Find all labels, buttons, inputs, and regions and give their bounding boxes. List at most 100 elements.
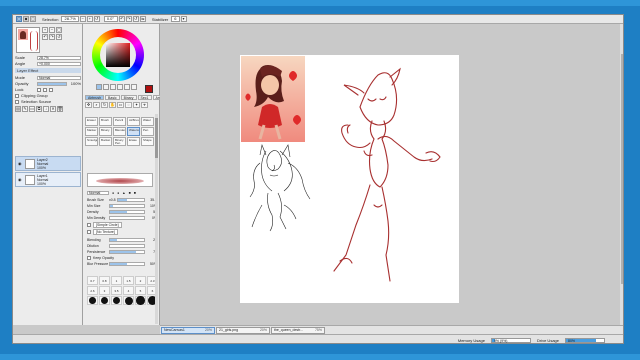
new-linework-layer-icon[interactable]: ✎ — [22, 105, 28, 112]
nav-zoom-out-icon[interactable]: − — [49, 27, 55, 33]
brush-cell[interactable]: AirBrush — [127, 117, 140, 126]
layer-item[interactable]: ◉ Layer1 Normal 100% — [15, 172, 81, 187]
canvas-scrollbar-thumb[interactable] — [621, 54, 623, 284]
clipping-checkbox[interactable] — [15, 93, 19, 98]
brush-size-preset[interactable]: 4 — [123, 286, 134, 295]
eye-icon[interactable]: ◉ — [18, 177, 23, 182]
brush-cell[interactable]: Water — [141, 117, 154, 126]
lock-move-checkbox[interactable] — [43, 87, 47, 92]
lasso-icon[interactable]: ◌ — [125, 102, 132, 108]
brush-size-preset[interactable]: 0.7 — [87, 276, 98, 285]
selection-source-checkbox[interactable] — [15, 99, 19, 104]
brush-cell[interactable]: Blender — [113, 127, 126, 136]
canvas-scrollbar[interactable] — [620, 24, 623, 325]
deselect-icon[interactable]: ▣ — [23, 16, 29, 22]
canvas-area[interactable] — [160, 24, 623, 325]
swatches-tab-icon[interactable] — [124, 84, 130, 90]
brush-size-preset[interactable] — [123, 296, 134, 305]
angle-value[interactable]: +0.000 — [37, 61, 81, 66]
blur-slider[interactable] — [109, 261, 145, 266]
copy-layer-icon[interactable]: ⧉ — [36, 105, 42, 112]
hand-icon[interactable]: ✋ — [109, 102, 116, 108]
shape-select[interactable]: [Simple Circle] — [93, 221, 122, 228]
dilution-slider[interactable] — [109, 243, 145, 248]
clear-layer-icon[interactable]: ✕ — [50, 105, 56, 112]
tools-scrollbar-thumb[interactable] — [155, 118, 158, 158]
lock-opacity-checkbox[interactable] — [37, 87, 41, 92]
brush-cell[interactable]: Watercolor — [127, 127, 140, 136]
move-icon[interactable]: ✥ — [85, 102, 92, 108]
brush-cell[interactable]: Binary — [99, 127, 112, 136]
tool-tab[interactable]: Binary — [120, 95, 137, 100]
brush-size-preset[interactable] — [87, 296, 98, 305]
rotate-left-icon[interactable]: ↶ — [118, 16, 125, 22]
brush-cell[interactable]: Binary Pen — [113, 137, 126, 146]
brush-size-preset[interactable]: 5 — [135, 286, 146, 295]
scratchpad-tab-icon[interactable] — [131, 84, 137, 90]
brush-size-preset[interactable]: 0.8 — [99, 276, 110, 285]
brush-size-slider[interactable] — [117, 197, 145, 202]
zoom-in-icon[interactable]: + — [86, 16, 93, 22]
nav-rotate-left-icon[interactable]: ↶ — [42, 34, 48, 40]
texture-select[interactable]: [No Texture] — [93, 228, 118, 235]
file-tab[interactable]: NewCanvas1 20% — [161, 326, 215, 334]
brush-cell[interactable]: Smudge — [85, 137, 98, 146]
brush-cell[interactable]: Eraser — [85, 117, 98, 126]
lock-paint-checkbox[interactable] — [49, 87, 53, 92]
delete-layer-icon[interactable]: 🗑 — [57, 105, 63, 112]
nav-rotate-right-icon[interactable]: ↷ — [49, 34, 55, 40]
select-all-icon[interactable]: ▢ — [16, 16, 22, 22]
brush-cell[interactable]: Shape — [141, 137, 154, 146]
brush-size-mult[interactable]: x0.8 — [109, 198, 117, 202]
merge-down-icon[interactable]: ↓ — [43, 105, 49, 112]
zoom-field[interactable]: 28.7% — [61, 16, 79, 22]
brush-tip-shapes[interactable]: ● ● ▲ ■ ■ — [112, 191, 137, 195]
tool-tab[interactable]: Sec1 — [137, 95, 152, 100]
brush-size-preset[interactable]: 3.5 — [111, 286, 122, 295]
layer-item[interactable]: ◉ Layer2 Normal 100% — [15, 156, 81, 171]
color-wheel-tab-icon[interactable] — [96, 84, 102, 90]
brush-size-preset[interactable] — [135, 296, 146, 305]
angle-field[interactable]: 0.0° — [103, 16, 118, 22]
mixer-tab-icon[interactable] — [117, 84, 123, 90]
brush-size-preset[interactable]: 2 — [135, 276, 146, 285]
zoom-out-icon[interactable]: − — [79, 16, 86, 22]
rotate-icon[interactable]: ↻ — [101, 102, 108, 108]
magic-wand-icon[interactable]: ✦ — [133, 102, 140, 108]
brush-size-preset[interactable]: 2.6 — [87, 286, 98, 295]
rotate-right-icon[interactable]: ↷ — [125, 16, 132, 22]
brush-size-preset[interactable] — [111, 296, 122, 305]
brush-cell[interactable]: Brush — [99, 117, 112, 126]
brush-cell[interactable]: Pencil — [113, 117, 126, 126]
invert-selection-icon[interactable]: ◫ — [30, 16, 36, 22]
flip-icon[interactable]: ⇋ — [139, 16, 146, 22]
brush-mode-select[interactable]: Normal — [87, 190, 109, 195]
mode-select[interactable]: Normal — [37, 75, 81, 80]
eye-icon[interactable]: ◉ — [18, 161, 23, 166]
brush-size-preset[interactable]: 1.5 — [123, 276, 134, 285]
tools-scrollbar[interactable] — [155, 114, 158, 324]
opacity-slider[interactable] — [37, 81, 67, 86]
zoom-icon[interactable]: ⌕ — [93, 102, 100, 108]
brush-size-preset[interactable]: 1 — [111, 276, 122, 285]
nav-fit-icon[interactable]: ▢ — [56, 27, 62, 33]
brush-size-preset[interactable]: 3 — [99, 286, 110, 295]
min-density-slider[interactable] — [109, 215, 145, 220]
keep-opacity-checkbox[interactable] — [87, 255, 91, 260]
eyedropper-icon[interactable]: ⌖ — [141, 102, 148, 108]
current-color-swatch[interactable] — [145, 85, 153, 93]
stabilizer-dropdown-icon[interactable]: ▾ — [180, 16, 187, 22]
persistence-slider[interactable] — [109, 249, 145, 254]
shape-checkbox[interactable] — [87, 222, 91, 227]
navigator-thumbnail[interactable] — [16, 27, 40, 53]
brush-cell[interactable]: Marker — [85, 127, 98, 136]
hsv-slider-tab-icon[interactable] — [110, 84, 116, 90]
scale-value[interactable]: 28.7% — [37, 55, 81, 60]
layer-effect-header[interactable]: Layer Effect — [15, 68, 81, 73]
canvas-paper[interactable] — [240, 55, 459, 303]
density-slider[interactable] — [109, 209, 145, 214]
nav-reset-icon[interactable]: ↺ — [56, 34, 62, 40]
brush-cell[interactable]: Erase — [127, 137, 140, 146]
saturation-value-square[interactable] — [106, 43, 130, 67]
new-layer-icon[interactable]: ▤ — [15, 105, 21, 112]
